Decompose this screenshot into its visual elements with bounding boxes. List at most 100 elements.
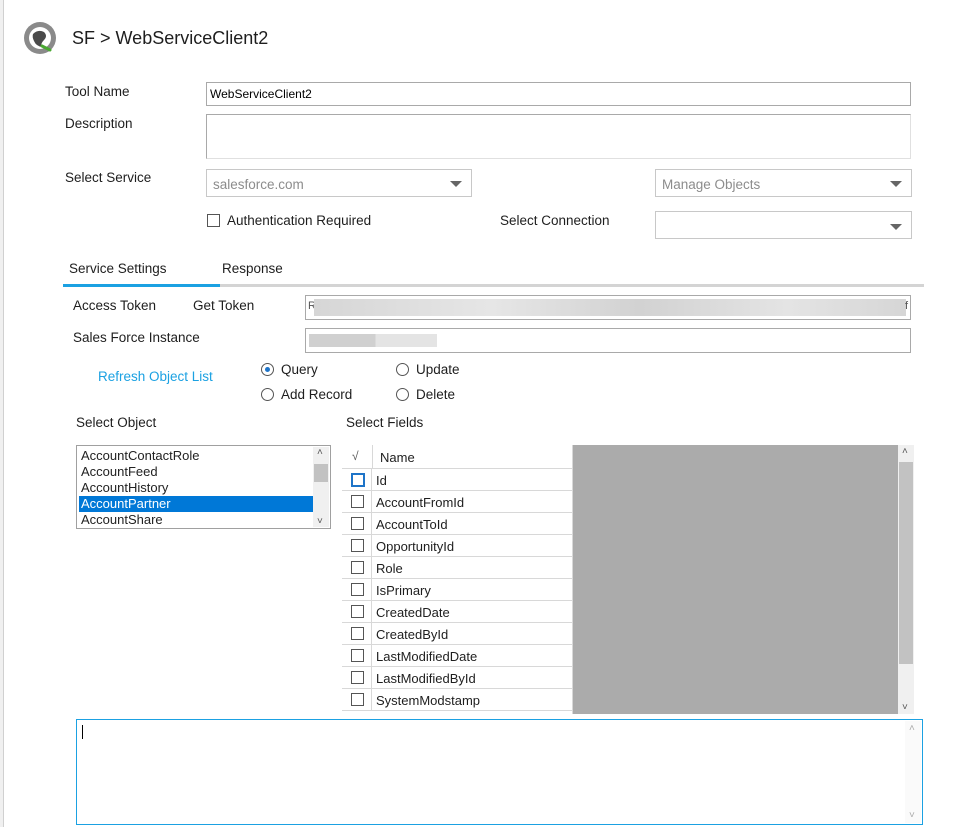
row-checkbox[interactable] [351, 561, 364, 574]
app-logo-icon [22, 20, 58, 56]
field-name: Role [376, 561, 403, 576]
field-name: LastModifiedById [376, 671, 476, 686]
table-row[interactable]: CreatedById [342, 623, 572, 645]
tab-active-indicator [63, 284, 220, 287]
object-list-scrollbar[interactable]: ˄ ˅ [313, 447, 329, 527]
radio-query-label: Query [281, 362, 318, 377]
table-row[interactable]: LastModifiedById [342, 667, 572, 689]
access-token-label: Access Token [73, 298, 157, 313]
refresh-object-list-link[interactable]: Refresh Object List [98, 369, 213, 384]
field-name: AccountFromId [376, 495, 465, 510]
auth-required-checkbox[interactable] [207, 214, 220, 227]
row-checkbox[interactable] [351, 671, 364, 684]
scroll-down-icon[interactable]: ˅ [902, 702, 908, 713]
table-row[interactable]: OpportunityId [342, 535, 572, 557]
header-divider [372, 445, 373, 469]
description-label: Description [65, 116, 133, 131]
row-checkbox[interactable] [351, 583, 364, 596]
header-check: √ [352, 449, 359, 463]
row-checkbox[interactable] [351, 693, 364, 706]
list-item[interactable]: AccountHistory [79, 480, 313, 496]
text-cursor [82, 725, 83, 739]
manage-objects-dropdown[interactable]: Manage Objects [655, 169, 912, 197]
radio-update[interactable] [396, 363, 409, 376]
row-checkbox[interactable] [351, 627, 364, 640]
radio-query[interactable] [261, 363, 274, 376]
query-textarea[interactable]: ˄ ˅ [76, 719, 923, 825]
window-edge [0, 0, 4, 827]
row-checkbox[interactable] [351, 605, 364, 618]
auth-required-label: Authentication Required [227, 213, 372, 228]
table-row[interactable]: LastModifiedDate [342, 645, 572, 667]
tool-name-label: Tool Name [65, 84, 130, 99]
radio-delete[interactable] [396, 388, 409, 401]
select-service-label: Select Service [65, 170, 152, 185]
get-token-button[interactable]: Get Token [193, 298, 254, 313]
field-name: Id [376, 473, 387, 488]
tab-response[interactable]: Response [222, 261, 283, 276]
query-scrollbar[interactable]: ˄ ˅ [905, 721, 921, 823]
list-item[interactable]: AccountFeed [79, 464, 313, 480]
radio-add-record[interactable] [261, 388, 274, 401]
fields-grid-body: √ Name Id AccountFromId AccountToId Oppo… [342, 445, 573, 714]
field-name: CreatedById [376, 627, 449, 642]
row-checkbox[interactable] [351, 649, 364, 662]
table-row[interactable]: CreatedDate [342, 601, 572, 623]
select-fields-label: Select Fields [346, 415, 424, 430]
instance-input[interactable] [305, 328, 911, 353]
fields-grid-scrollbar[interactable]: ˄ ˅ [898, 445, 914, 714]
tool-name-input[interactable]: WebServiceClient2 [206, 82, 911, 106]
scroll-up-icon[interactable]: ˄ [317, 447, 323, 458]
chevron-down-icon [450, 181, 462, 187]
row-checkbox[interactable] [351, 473, 365, 487]
field-name: AccountToId [376, 517, 448, 532]
row-checkbox[interactable] [351, 517, 364, 530]
page-breadcrumb: SF > WebServiceClient2 [72, 28, 269, 48]
scroll-down-icon[interactable]: ˅ [909, 810, 915, 821]
access-token-suffix: f [904, 300, 908, 312]
tab-service-settings[interactable]: Service Settings [69, 261, 167, 276]
object-listbox[interactable]: AccountContactRole AccountFeed AccountHi… [76, 445, 331, 529]
select-connection-label: Select Connection [500, 213, 610, 228]
field-name: CreatedDate [376, 605, 450, 620]
scroll-up-icon[interactable]: ˄ [909, 723, 915, 734]
table-row[interactable]: SystemModstamp [342, 689, 572, 711]
instance-label: Sales Force Instance [73, 330, 200, 345]
object-list-scroll-thumb[interactable] [314, 464, 328, 482]
table-row[interactable]: Role [342, 557, 572, 579]
fields-grid-header: √ Name [342, 445, 572, 469]
instance-redaction [309, 334, 437, 347]
tool-name-value: WebServiceClient2 [210, 87, 312, 101]
header-name: Name [380, 450, 415, 465]
radio-delete-label: Delete [416, 387, 456, 402]
list-item-selected[interactable]: AccountPartner [79, 496, 313, 512]
list-item[interactable]: AccountContactRole [79, 448, 313, 464]
service-dropdown[interactable]: salesforce.com [206, 169, 472, 197]
field-name: SystemModstamp [376, 693, 481, 708]
service-value: salesforce.com [213, 177, 304, 192]
row-checkbox[interactable] [351, 539, 364, 552]
chevron-down-icon [890, 224, 902, 230]
scroll-down-icon[interactable]: ˅ [317, 516, 323, 527]
field-name: IsPrimary [376, 583, 431, 598]
manage-objects-value: Manage Objects [662, 177, 761, 192]
chevron-down-icon [890, 181, 902, 187]
scroll-up-icon[interactable]: ˄ [902, 446, 908, 457]
list-item[interactable]: AccountShare [79, 512, 313, 528]
field-name: OpportunityId [376, 539, 455, 554]
field-name: LastModifiedDate [376, 649, 478, 664]
table-row[interactable]: Id [342, 469, 572, 491]
connection-dropdown[interactable] [655, 211, 912, 239]
fields-grid-scroll-thumb[interactable] [899, 462, 913, 664]
row-checkbox[interactable] [351, 495, 364, 508]
table-row[interactable]: IsPrimary [342, 579, 572, 601]
fields-grid[interactable]: √ Name Id AccountFromId AccountToId Oppo… [342, 445, 914, 714]
description-input[interactable] [206, 114, 911, 159]
table-row[interactable]: AccountToId [342, 513, 572, 535]
select-object-label: Select Object [76, 415, 157, 430]
access-token-redaction [314, 299, 906, 316]
radio-update-label: Update [416, 362, 460, 377]
radio-add-record-label: Add Record [281, 387, 353, 402]
access-token-input[interactable]: R f [305, 295, 911, 320]
table-row[interactable]: AccountFromId [342, 491, 572, 513]
